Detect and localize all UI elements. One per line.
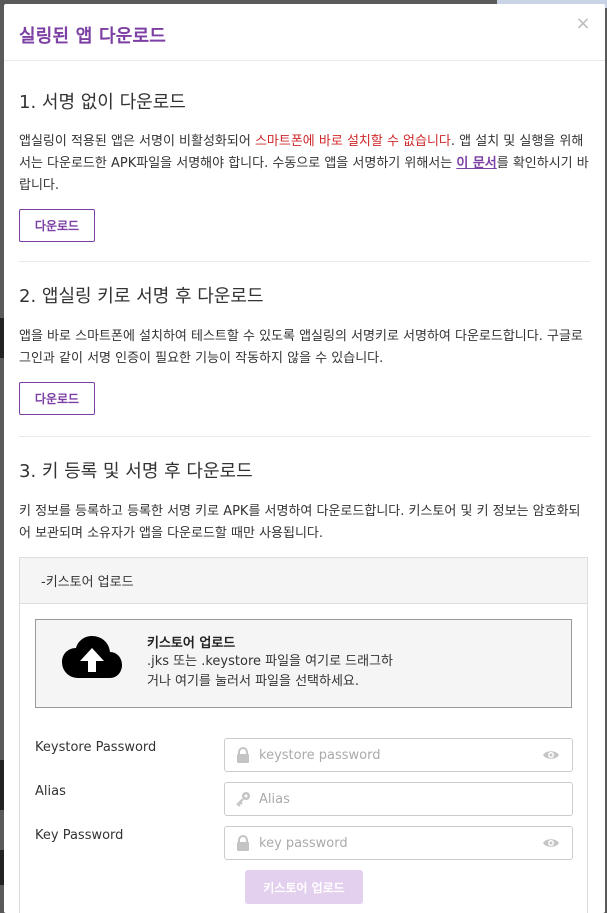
- panel-header[interactable]: -키스토어 업로드: [20, 558, 587, 604]
- input-placeholder: key password: [259, 836, 348, 851]
- keystore-dropzone[interactable]: 키스토어 업로드 .jks 또는 .keystore 파일을 여기로 드래그하 …: [35, 619, 572, 708]
- section-heading: 3. 키 등록 및 서명 후 다운로드: [19, 461, 253, 482]
- download-unsigned-button[interactable]: 다운로드: [19, 209, 95, 242]
- dropzone-line: 거나 여기를 눌러서 파일을 선택하세요.: [147, 674, 360, 689]
- section-description: 앱을 바로 스마트폰에 설치하여 테스트할 수 있도록 앱실링의 서명키로 서명…: [19, 329, 583, 366]
- warning-text: 스마트폰에 바로 설치할 수 없습니다: [254, 134, 451, 149]
- dropzone-line: .jks 또는 .keystore 파일을 여기로 드래그하: [147, 654, 393, 669]
- modal-title: 실링된 앱 다운로드: [19, 26, 167, 47]
- section-description: 키 정보를 등록하고 등록한 서명 키로 APK를 서명하여 다운로드합니다. …: [19, 504, 581, 541]
- alias-label: Alias: [35, 784, 66, 799]
- cloud-upload-icon: [62, 636, 122, 678]
- eye-icon[interactable]: [542, 749, 560, 761]
- input-placeholder: keystore password: [259, 748, 381, 763]
- section-heading: 1. 서명 없이 다운로드: [19, 92, 186, 113]
- lock-icon: [237, 747, 249, 763]
- download-modal: 실링된 앱 다운로드 × 1. 서명 없이 다운로드 앱실링이 적용된 앱은 서…: [4, 4, 605, 913]
- section-description: 앱실링이 적용된 앱은 서명이 비활성화되어 스마트폰에 바로 설치할 수 없습…: [19, 131, 590, 197]
- key-icon: [236, 792, 250, 807]
- dropzone-description: .jks 또는 .keystore 파일을 여기로 드래그하 거나 여기를 눌러…: [147, 652, 393, 692]
- divider: [19, 436, 590, 437]
- input-placeholder: Alias: [259, 792, 290, 807]
- key-password-label: Key Password: [35, 828, 124, 843]
- section-sealing-key-download: 2. 앱실링 키로 서명 후 다운로드 앱을 바로 스마트폰에 설치하여 테스트…: [19, 282, 590, 415]
- alias-input[interactable]: Alias: [224, 782, 573, 816]
- section-key-register-download: 3. 키 등록 및 서명 후 다운로드 키 정보를 등록하고 등록한 서명 키로…: [19, 457, 590, 545]
- description-text: 앱실링이 적용된 앱은 서명이 비활성화되어: [19, 134, 255, 149]
- keystore-password-input[interactable]: keystore password: [224, 738, 573, 772]
- document-link[interactable]: 이 문서: [456, 156, 496, 171]
- close-icon: ×: [575, 13, 591, 34]
- key-password-input[interactable]: key password: [224, 826, 573, 860]
- download-sealing-signed-button[interactable]: 다운로드: [19, 382, 95, 415]
- divider: [19, 261, 590, 262]
- dropzone-title: 키스토어 업로드: [147, 636, 236, 651]
- modal-header: 실링된 앱 다운로드 ×: [4, 4, 605, 61]
- close-button[interactable]: ×: [573, 14, 593, 34]
- keystore-password-label: Keystore Password: [35, 740, 157, 755]
- eye-icon[interactable]: [542, 837, 560, 849]
- lock-icon: [237, 835, 249, 851]
- keystore-upload-panel: -키스토어 업로드 키스토어 업로드 .jks 또는 .keystore 파일을…: [19, 557, 588, 913]
- section-unsigned-download: 1. 서명 없이 다운로드 앱실링이 적용된 앱은 서명이 비활성화되어 스마트…: [19, 88, 590, 242]
- keystore-upload-button[interactable]: 키스토어 업로드: [245, 870, 363, 904]
- section-heading: 2. 앱실링 키로 서명 후 다운로드: [19, 286, 264, 307]
